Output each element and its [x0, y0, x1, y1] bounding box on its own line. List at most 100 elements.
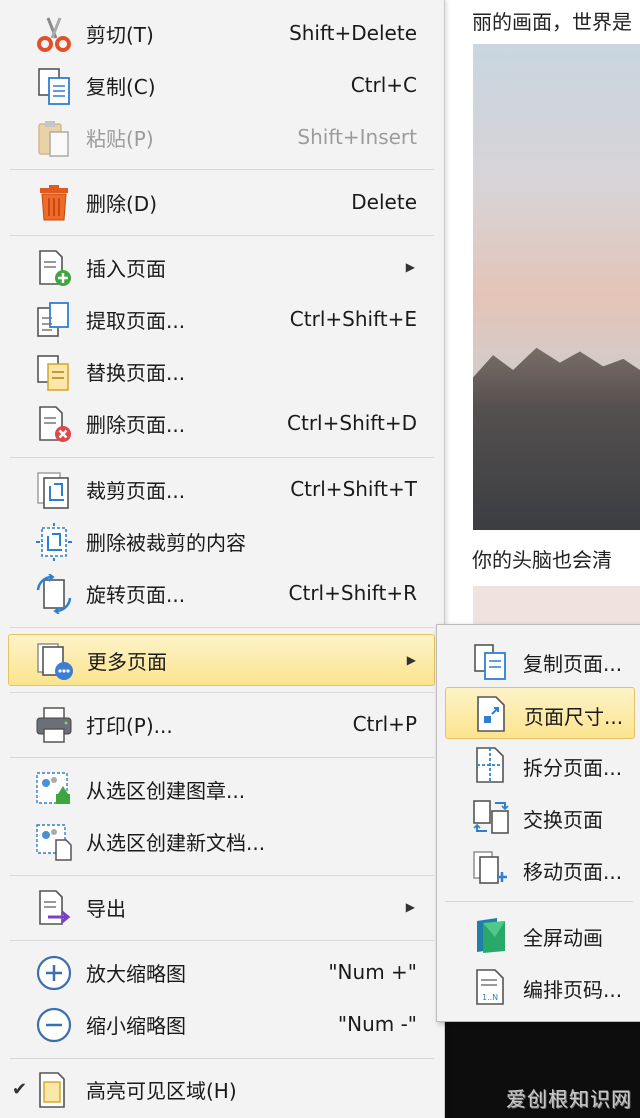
submenu-arrow-icon: ▶ — [405, 900, 415, 914]
menu-item-crop-page[interactable]: 裁剪页面... Ctrl+Shift+T — [8, 464, 433, 514]
menu-item-label: 高亮可见区域(H) — [86, 1078, 237, 1103]
crop-page-icon — [34, 470, 74, 510]
submenu-item-copy-page[interactable]: 复制页面... — [445, 635, 633, 685]
more-pages-submenu: 复制页面... 页面尺寸... 拆分页面... 交换页面 移动页面... 全屏动… — [436, 624, 640, 1022]
submenu-item-label: 交换页面 — [523, 808, 603, 832]
menu-separator — [10, 875, 434, 876]
menu-item-zoom-in-thumbnails[interactable]: 放大缩略图 "Num +" — [8, 947, 433, 997]
menu-item-delete-cropped[interactable]: 删除被裁剪的内容 — [8, 516, 433, 566]
submenu-item-label: 编排页码... — [523, 978, 623, 1002]
submenu-separator — [445, 901, 633, 902]
submenu-item-move-page[interactable]: 移动页面... — [445, 843, 633, 893]
menu-item-label: 删除页面... — [86, 412, 186, 437]
menu-item-shortcut: "Num -" — [337, 1012, 417, 1036]
menu-item-label: 裁剪页面... — [86, 478, 186, 503]
menu-item-label: 导出 — [86, 896, 126, 921]
submenu-item-page-size[interactable]: 页面尺寸... — [445, 687, 635, 739]
insert-page-icon — [34, 248, 74, 288]
document-dark-area: 爱创根知识网 — [440, 1020, 640, 1118]
submenu-item-label: 页面尺寸... — [524, 705, 624, 729]
menu-item-label: 旋转页面... — [86, 582, 186, 607]
menu-item-label: 插入页面 — [86, 256, 166, 281]
menu-item-zoom-out-thumbnails[interactable]: 缩小缩略图 "Num -" — [8, 999, 433, 1049]
menu-separator — [10, 457, 434, 458]
menu-item-label: 缩小缩略图 — [86, 1013, 186, 1038]
submenu-arrow-icon: ▶ — [406, 653, 416, 667]
printer-icon — [34, 705, 74, 745]
menu-item-delete[interactable]: 删除(D) Delete — [8, 177, 433, 227]
menu-separator — [10, 757, 434, 758]
menu-separator — [10, 627, 434, 628]
submenu-item-fullscreen-animation[interactable]: 全屏动画 — [445, 909, 633, 959]
menu-item-label: 替换页面... — [86, 360, 186, 385]
menu-separator — [10, 235, 434, 236]
menu-item-label: 放大缩略图 — [86, 961, 186, 986]
document-text-line-2: 你的头脑也会清 — [472, 548, 612, 572]
menu-item-shortcut: Ctrl+Shift+R — [288, 581, 417, 605]
menu-item-label: 删除被裁剪的内容 — [86, 530, 246, 555]
submenu-item-label: 全屏动画 — [523, 926, 603, 950]
highlight-area-icon — [34, 1070, 74, 1110]
context-menu: 剪切(T) Shift+Delete 复制(C) Ctrl+C 粘贴(P) Sh — [0, 0, 445, 1118]
trash-icon — [34, 183, 74, 223]
menu-item-shortcut: Shift+Insert — [297, 125, 417, 149]
menu-item-label: 从选区创建新文档... — [86, 830, 266, 855]
menu-separator — [10, 1058, 434, 1059]
stamp-icon — [34, 770, 74, 810]
submenu-arrow-icon: ▶ — [405, 260, 415, 274]
submenu-item-label: 移动页面... — [523, 860, 623, 884]
checkmark-icon: ✔ — [12, 1078, 28, 1100]
menu-item-label: 从选区创建图章... — [86, 778, 246, 803]
menu-separator — [10, 169, 434, 170]
menu-item-extract-page[interactable]: 提取页面... Ctrl+Shift+E — [8, 294, 433, 344]
zoom-in-icon — [34, 953, 74, 993]
scissors-icon — [34, 14, 74, 54]
menu-item-export[interactable]: 导出 ▶ — [8, 882, 433, 932]
menu-item-highlight-visible[interactable]: ✔ 高亮可见区域(H) — [8, 1064, 433, 1114]
menu-item-cut[interactable]: 剪切(T) Shift+Delete — [8, 8, 433, 58]
menu-item-label: 打印(P)... — [86, 713, 173, 738]
menu-item-shortcut: Shift+Delete — [289, 21, 417, 45]
document-text-line-1: 丽的画面，世界是 — [472, 10, 632, 34]
new-document-icon — [34, 822, 74, 862]
export-icon — [34, 888, 74, 928]
crop-content-icon — [34, 522, 74, 562]
menu-item-shortcut: "Num +" — [328, 960, 417, 984]
more-pages-icon — [35, 641, 75, 681]
menu-item-shortcut: Ctrl+Shift+T — [290, 477, 417, 501]
submenu-item-label: 拆分页面... — [523, 756, 623, 780]
menu-item-label: 复制(C) — [86, 74, 156, 99]
menu-item-create-stamp[interactable]: 从选区创建图章... — [8, 764, 433, 814]
page-numbering-icon: 1..N — [471, 967, 511, 1007]
menu-item-label: 剪切(T) — [86, 22, 154, 47]
replace-page-icon — [34, 352, 74, 392]
menu-item-copy[interactable]: 复制(C) Ctrl+C — [8, 60, 433, 110]
svg-text:1..N: 1..N — [482, 993, 498, 1002]
document-photo-sky-mountain — [473, 44, 640, 530]
menu-item-shortcut: Ctrl+P — [352, 712, 417, 736]
menu-item-insert-page[interactable]: 插入页面 ▶ — [8, 242, 433, 292]
submenu-item-split-page[interactable]: 拆分页面... — [445, 739, 633, 789]
menu-item-print[interactable]: 打印(P)... Ctrl+P — [8, 699, 433, 749]
menu-item-shortcut: Ctrl+C — [350, 73, 417, 97]
submenu-item-swap-page[interactable]: 交换页面 — [445, 791, 633, 841]
fullscreen-animation-icon — [471, 915, 511, 955]
submenu-item-page-numbering[interactable]: 1..N 编排页码... — [445, 961, 633, 1011]
swap-page-icon — [471, 797, 511, 837]
rotate-page-icon — [34, 574, 74, 614]
menu-separator — [10, 692, 434, 693]
menu-item-more-pages[interactable]: 更多页面 ▶ — [8, 634, 435, 686]
menu-item-shortcut: Delete — [351, 190, 417, 214]
page-size-icon — [472, 694, 512, 734]
copy-page-icon — [471, 641, 511, 681]
menu-item-label: 更多页面 — [87, 649, 167, 674]
move-page-icon — [471, 849, 511, 889]
menu-item-create-doc[interactable]: 从选区创建新文档... — [8, 816, 433, 866]
menu-item-shortcut: Ctrl+Shift+D — [287, 411, 417, 435]
menu-item-delete-page[interactable]: 删除页面... Ctrl+Shift+D — [8, 398, 433, 448]
menu-item-rotate-page[interactable]: 旋转页面... Ctrl+Shift+R — [8, 568, 433, 618]
clipboard-icon — [34, 118, 74, 158]
copy-icon — [34, 66, 74, 106]
submenu-item-label: 复制页面... — [523, 652, 623, 676]
menu-item-replace-page[interactable]: 替换页面... — [8, 346, 433, 396]
